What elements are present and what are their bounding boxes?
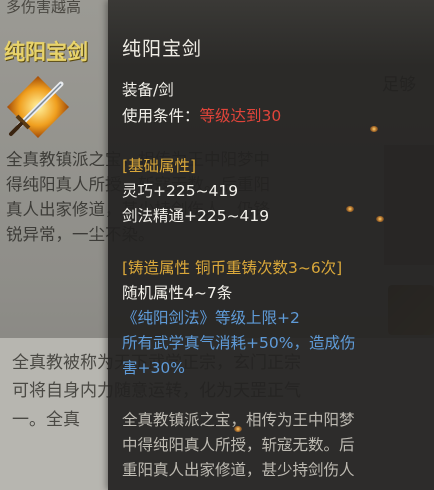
random-attributes: 随机属性4~7条 xyxy=(122,284,233,302)
requirement-value: 等级达到30 xyxy=(199,107,282,125)
tooltip-desc-line: 中得纯阳真人所授，斩寇无数。后 xyxy=(122,436,355,454)
base-stat: 剑法精通+225~419 xyxy=(122,207,270,225)
effect-line: 害+30% xyxy=(122,359,185,377)
skill-bonus: 《纯阳剑法》等级上限+2 xyxy=(122,309,300,327)
tooltip-title: 纯阳宝剑 xyxy=(122,38,203,60)
sparkle-icon xyxy=(346,206,354,212)
background-top-text: 多伤害越高 xyxy=(6,0,82,16)
sword-item-icon[interactable] xyxy=(5,74,71,140)
base-attributes-header: [基础属性] xyxy=(122,157,197,175)
requirement-row: 使用条件： 等级达到30 xyxy=(122,106,281,126)
item-tooltip: 纯阳宝剑 装备/剑 使用条件： 等级达到30 [基础属性] 灵巧+225~419… xyxy=(108,0,434,490)
sparkle-icon xyxy=(370,126,378,132)
base-stat: 灵巧+225~419 xyxy=(122,182,239,200)
forge-attributes-header: [铸造属性 铜币重铸次数3~6次] xyxy=(122,259,343,277)
requirement-label: 使用条件： xyxy=(122,107,200,125)
sparkle-icon xyxy=(376,216,384,222)
sparkle-icon xyxy=(234,426,242,432)
item-type: 装备/剑 xyxy=(122,81,174,99)
background-lower-line: 一。全真 xyxy=(12,410,80,430)
tooltip-desc-line: 重阳真人出家修道，甚少持剑伤人 xyxy=(122,461,355,479)
background-item-name: 纯阳宝剑 xyxy=(4,40,88,64)
effect-line: 所有武学真气消耗+50%，造成伤 xyxy=(122,334,356,352)
